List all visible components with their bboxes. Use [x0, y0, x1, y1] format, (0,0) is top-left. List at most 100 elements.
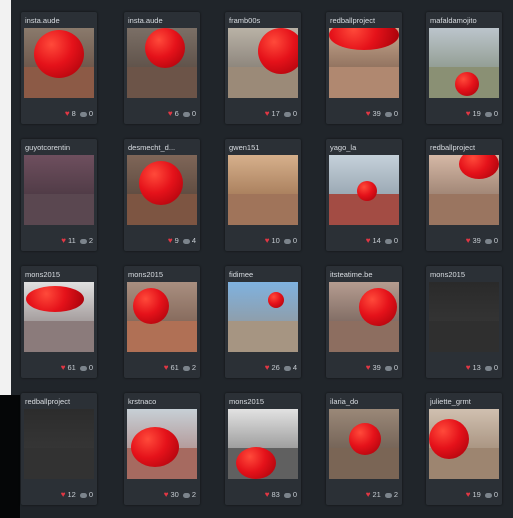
heart-icon[interactable]: ♥ [366, 236, 371, 245]
heart-icon[interactable]: ♥ [61, 363, 66, 372]
heart-icon[interactable]: ♥ [265, 363, 270, 372]
post-card[interactable]: yago_la ♥ 14 0 [326, 139, 402, 251]
post-photo[interactable] [429, 28, 499, 98]
post-card[interactable]: redballproject ♥ 39 0 [426, 139, 502, 251]
post-photo[interactable] [228, 155, 298, 225]
post-username[interactable]: redballproject [430, 143, 500, 152]
post-username[interactable]: krstnaco [128, 397, 198, 406]
post-username[interactable]: redballproject [330, 16, 400, 25]
post-photo[interactable] [429, 409, 499, 479]
comment-icon[interactable] [79, 111, 87, 117]
post-card[interactable]: ilaria_do ♥ 21 2 [326, 393, 402, 505]
comment-icon[interactable] [384, 492, 392, 498]
heart-icon[interactable]: ♥ [164, 490, 169, 499]
comment-icon[interactable] [283, 111, 291, 117]
comment-icon[interactable] [283, 492, 291, 498]
comment-icon[interactable] [79, 492, 87, 498]
post-photo[interactable] [127, 28, 197, 98]
post-username[interactable]: desmecht_d... [128, 143, 198, 152]
heart-icon[interactable]: ♥ [265, 236, 270, 245]
comment-icon[interactable] [182, 111, 190, 117]
post-username[interactable]: ilaria_do [330, 397, 400, 406]
post-photo[interactable] [24, 409, 94, 479]
post-card[interactable]: redballproject ♥ 12 0 [21, 393, 97, 505]
post-photo[interactable] [329, 155, 399, 225]
post-card[interactable]: mons2015 ♥ 61 2 [124, 266, 200, 378]
post-photo[interactable] [329, 28, 399, 98]
post-card[interactable]: desmecht_d... ♥ 9 4 [124, 139, 200, 251]
post-username[interactable]: redballproject [25, 397, 95, 406]
comment-icon[interactable] [484, 111, 492, 117]
post-card[interactable]: mons2015 ♥ 83 0 [225, 393, 301, 505]
post-photo[interactable] [228, 28, 298, 98]
post-card[interactable]: fidimee ♥ 26 4 [225, 266, 301, 378]
heart-icon[interactable]: ♥ [61, 236, 66, 245]
post-username[interactable]: juliette_grmt [430, 397, 500, 406]
post-username[interactable]: mons2015 [430, 270, 500, 279]
post-username[interactable]: insta.aude [128, 16, 198, 25]
comment-icon[interactable] [79, 365, 87, 371]
heart-icon[interactable]: ♥ [61, 490, 66, 499]
heart-icon[interactable]: ♥ [65, 109, 70, 118]
heart-icon[interactable]: ♥ [164, 363, 169, 372]
comment-icon[interactable] [384, 111, 392, 117]
post-username[interactable]: mons2015 [25, 270, 95, 279]
post-username[interactable]: itsteatime.be [330, 270, 400, 279]
post-card[interactable]: insta.aude ♥ 8 0 [21, 12, 97, 124]
post-photo[interactable] [24, 28, 94, 98]
post-username[interactable]: mons2015 [229, 397, 299, 406]
post-card[interactable]: insta.aude ♥ 6 0 [124, 12, 200, 124]
post-username[interactable]: fidimee [229, 270, 299, 279]
comment-icon[interactable] [484, 365, 492, 371]
comment-icon[interactable] [384, 365, 392, 371]
comment-icon[interactable] [384, 238, 392, 244]
post-photo[interactable] [429, 282, 499, 352]
post-card[interactable]: krstnaco ♥ 30 2 [124, 393, 200, 505]
heart-icon[interactable]: ♥ [466, 363, 471, 372]
comment-icon[interactable] [182, 238, 190, 244]
post-username[interactable]: yago_la [330, 143, 400, 152]
comment-icon[interactable] [484, 492, 492, 498]
comment-icon[interactable] [283, 238, 291, 244]
post-card[interactable]: mafaldamojito ♥ 19 0 [426, 12, 502, 124]
heart-icon[interactable]: ♥ [265, 109, 270, 118]
post-username[interactable]: guyotcorentin [25, 143, 95, 152]
post-username[interactable]: gwen151 [229, 143, 299, 152]
post-username[interactable]: insta.aude [25, 16, 95, 25]
post-photo[interactable] [127, 282, 197, 352]
post-card[interactable]: framb00s ♥ 17 0 [225, 12, 301, 124]
comment-icon[interactable] [182, 365, 190, 371]
post-photo[interactable] [127, 409, 197, 479]
post-photo[interactable] [24, 282, 94, 352]
post-card[interactable]: mons2015 ♥ 13 0 [426, 266, 502, 378]
heart-icon[interactable]: ♥ [265, 490, 270, 499]
post-username[interactable]: framb00s [229, 16, 299, 25]
comment-icon[interactable] [283, 365, 291, 371]
post-card[interactable]: mons2015 ♥ 61 0 [21, 266, 97, 378]
post-photo[interactable] [127, 155, 197, 225]
heart-icon[interactable]: ♥ [168, 109, 173, 118]
heart-icon[interactable]: ♥ [466, 109, 471, 118]
comment-icon[interactable] [79, 238, 87, 244]
post-photo[interactable] [228, 282, 298, 352]
post-photo[interactable] [329, 409, 399, 479]
post-card[interactable]: gwen151 ♥ 10 0 [225, 139, 301, 251]
comment-icon[interactable] [484, 238, 492, 244]
post-card[interactable]: juliette_grmt ♥ 19 0 [426, 393, 502, 505]
post-card[interactable]: redballproject ♥ 39 0 [326, 12, 402, 124]
heart-icon[interactable]: ♥ [366, 490, 371, 499]
post-card[interactable]: itsteatime.be ♥ 39 0 [326, 266, 402, 378]
post-photo[interactable] [24, 155, 94, 225]
comment-icon[interactable] [182, 492, 190, 498]
post-photo[interactable] [228, 409, 298, 479]
heart-icon[interactable]: ♥ [466, 490, 471, 499]
post-username[interactable]: mons2015 [128, 270, 198, 279]
heart-icon[interactable]: ♥ [466, 236, 471, 245]
heart-icon[interactable]: ♥ [366, 363, 371, 372]
post-card[interactable]: guyotcorentin ♥ 11 2 [21, 139, 97, 251]
heart-icon[interactable]: ♥ [366, 109, 371, 118]
post-username[interactable]: mafaldamojito [430, 16, 500, 25]
post-photo[interactable] [329, 282, 399, 352]
heart-icon[interactable]: ♥ [168, 236, 173, 245]
post-photo[interactable] [429, 155, 499, 225]
